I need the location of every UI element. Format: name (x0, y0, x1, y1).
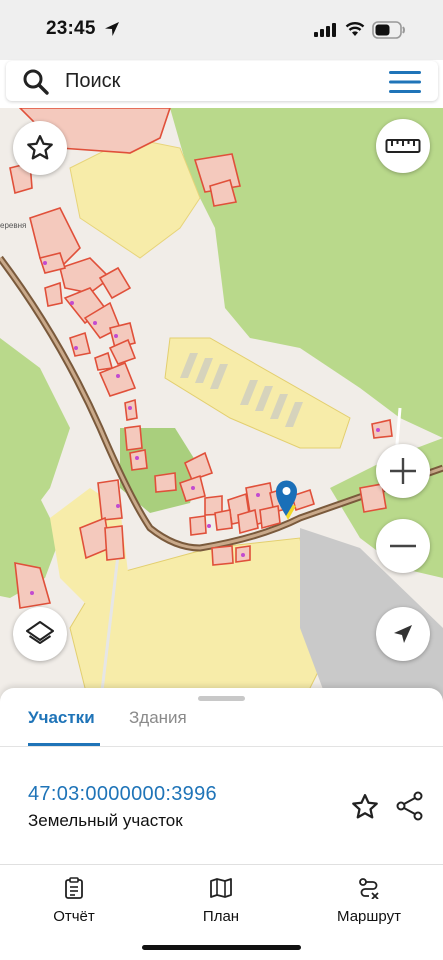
tab-parcels[interactable]: Участки (28, 708, 95, 728)
favorite-star-icon[interactable] (350, 792, 380, 822)
map-place-label: еревня (0, 221, 26, 230)
parcel-type: Земельный участок (28, 811, 183, 830)
search-icon (23, 69, 49, 95)
map-canvas[interactable]: еревня (0, 108, 443, 708)
search-input[interactable]: Поиск (65, 70, 120, 93)
nav-plan-label: План (202, 908, 240, 925)
zoom-in-icon (390, 458, 416, 484)
tab-buildings[interactable]: Здания (129, 708, 187, 728)
share-icon[interactable] (396, 791, 424, 821)
search-bar[interactable]: Поиск (6, 61, 438, 101)
nav-report[interactable]: Отчёт (14, 877, 134, 925)
favorite-star-icon (27, 135, 53, 160)
zoom-in-button[interactable] (376, 444, 430, 498)
nav-route-label: Маршрут (337, 908, 401, 925)
cadastral-number[interactable]: 47:03:0000000:3996 (28, 783, 217, 806)
home-indicator[interactable] (142, 945, 301, 950)
nav-route[interactable]: Маршрут (309, 877, 429, 925)
zoom-out-button[interactable] (376, 519, 430, 573)
ruler-icon (385, 139, 421, 153)
bottom-nav: Отчёт План Маршрут (0, 864, 443, 960)
map-plan-icon (210, 878, 232, 898)
report-clipboard-icon (65, 877, 83, 899)
location-arrow-icon (105, 22, 119, 36)
tabs-divider (0, 746, 443, 747)
wifi-icon (345, 22, 365, 36)
my-location-icon (394, 625, 412, 643)
menu-icon[interactable] (389, 71, 421, 93)
my-location-button[interactable] (376, 607, 430, 661)
nav-report-label: Отчёт (53, 908, 95, 925)
layers-icon (26, 621, 54, 644)
ruler-button[interactable] (376, 119, 430, 173)
zoom-out-icon (390, 544, 416, 548)
map-view[interactable]: еревня (0, 108, 443, 708)
parcel-info-sheet: Участки Здания 47:03:0000000:3996 Земель… (0, 688, 443, 864)
signal-icon (314, 23, 336, 37)
route-icon (359, 878, 379, 900)
battery-icon (372, 21, 405, 39)
sheet-grabber[interactable] (198, 696, 245, 701)
status-time: 23:45 (46, 18, 96, 39)
nav-plan[interactable]: План (161, 877, 281, 925)
layers-button[interactable] (13, 607, 67, 661)
favorite-map-button[interactable] (13, 121, 67, 175)
status-bar: 23:45 (0, 0, 443, 60)
